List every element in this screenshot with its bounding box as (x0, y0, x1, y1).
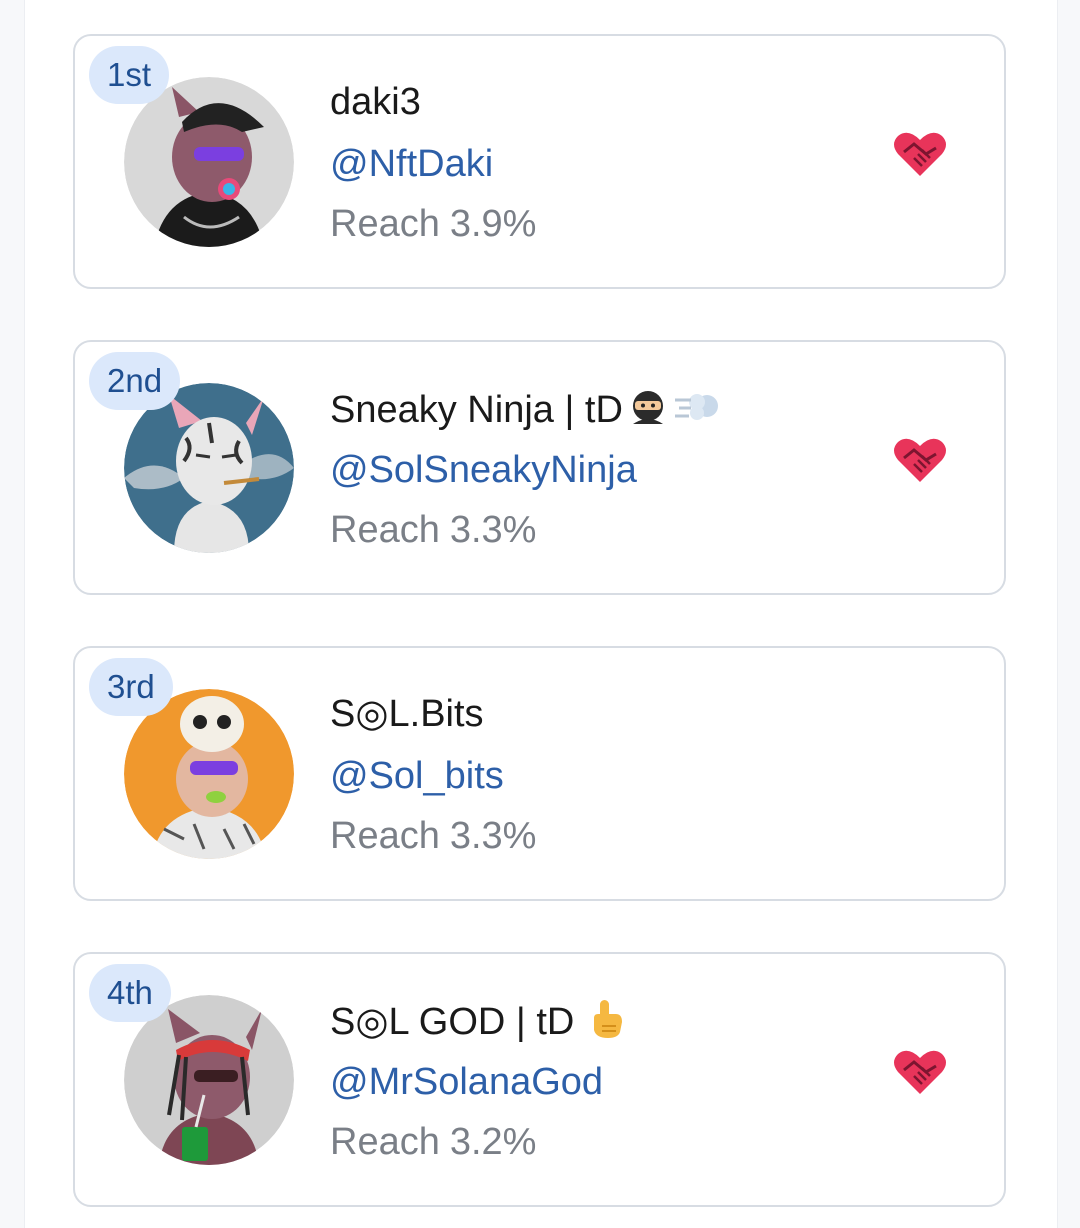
reach-stat: Reach 3.3% (330, 815, 537, 857)
user-info: Sneaky Ninja | tD @SolSneakyNinja Reach 3… (330, 386, 864, 552)
display-name[interactable]: S◎L GOD | tD (330, 998, 864, 1046)
reach-value: 3.2% (449, 1121, 537, 1163)
reach-value: 3.9% (449, 203, 537, 245)
handshake-heart-icon[interactable] (892, 1044, 948, 1100)
handshake-heart-icon[interactable] (892, 432, 948, 488)
display-name[interactable]: S◎L.Bits (330, 692, 864, 740)
reach-value: 3.3% (449, 509, 537, 551)
user-handle[interactable]: @SolSneakyNinja (330, 448, 864, 496)
leaderboard-card[interactable]: 3rd S◎L.Bits @Sol_bits Reach 3.3% (73, 646, 1006, 901)
reach-value: 3.3% (449, 815, 537, 857)
user-info: daki3 @NftDaki Reach 3.9% (330, 80, 864, 246)
leaderboard-page: 1st daki3 @NftDaki Reach 3.9% 2nd Sneaky… (0, 0, 1080, 1228)
handshake-heart-icon[interactable] (892, 126, 948, 182)
user-handle[interactable]: @Sol_bits (330, 754, 864, 802)
rank-badge: 2nd (89, 352, 181, 410)
reach-stat: Reach 3.3% (330, 509, 537, 551)
reach-stat: Reach 3.2% (330, 1121, 537, 1163)
user-handle[interactable]: @MrSolanaGod (330, 1060, 864, 1108)
reach-stat: Reach 3.9% (330, 203, 537, 245)
rank-badge: 4th (89, 964, 171, 1022)
rank-badge: 1st (89, 46, 170, 104)
avatar[interactable] (124, 77, 294, 247)
leaderboard-card[interactable]: 2nd Sneaky Ninja | tD @SolSneakyNinja Re… (73, 340, 1006, 595)
rank-badge: 3rd (89, 658, 173, 716)
leaderboard-card[interactable]: 1st daki3 @NftDaki Reach 3.9% (73, 34, 1006, 289)
dash-icon (673, 386, 723, 438)
user-info: S◎L.Bits @Sol_bits Reach 3.3% (330, 692, 864, 858)
pointing-up-icon (586, 998, 626, 1050)
user-handle[interactable]: @NftDaki (330, 142, 864, 190)
display-name[interactable]: daki3 (330, 80, 864, 128)
display-name[interactable]: Sneaky Ninja | tD (330, 386, 864, 434)
cat-nft-avatar-cap-sunglasses-icon (124, 77, 294, 247)
user-info: S◎L GOD | tD @MrSolanaGod Reach 3.2% (330, 998, 864, 1164)
ninja-icon (627, 386, 669, 438)
leaderboard-card[interactable]: 4th S◎L GOD | tD @MrSolanaGod Reach 3.2% (73, 952, 1006, 1207)
